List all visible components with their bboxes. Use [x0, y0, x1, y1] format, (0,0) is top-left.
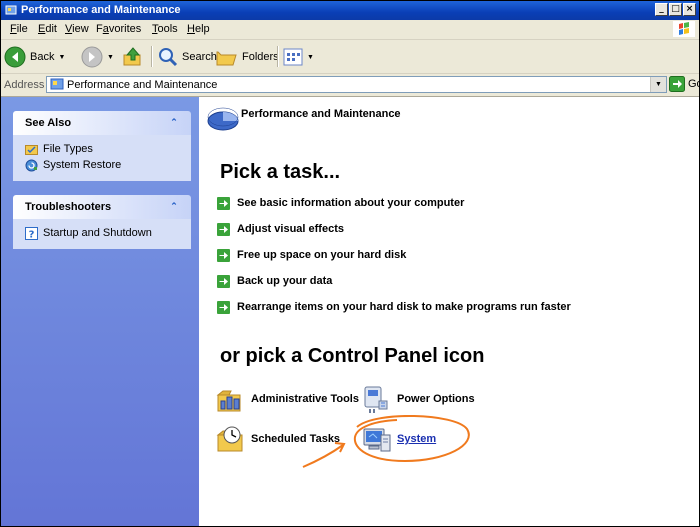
system-restore-icon [25, 159, 38, 171]
up-folder-button[interactable] [122, 46, 144, 68]
task-arrow-icon [217, 274, 230, 288]
views-dropdown-icon: ▼ [307, 53, 314, 61]
forward-button[interactable]: ▼ [81, 46, 114, 68]
toolbar-separator [277, 46, 279, 67]
windows-logo-icon [673, 21, 695, 37]
close-button[interactable]: × [683, 3, 696, 16]
back-button[interactable]: Back ▼ [4, 46, 65, 68]
window-title: Performance and Maintenance [21, 4, 181, 16]
admin-tools-item[interactable]: Administrative Tools [215, 383, 359, 415]
pick-task-heading: Pick a task... [220, 161, 341, 183]
search-button[interactable]: Search [158, 46, 217, 68]
control-panel-icon [5, 5, 17, 15]
see-also-file-types[interactable]: File Types [13, 141, 191, 157]
address-dropdown-button[interactable]: ▼ [650, 77, 666, 92]
task-defragment[interactable]: Rearrange items on your hard disk to mak… [217, 299, 571, 315]
svg-text:?: ? [29, 229, 35, 240]
file-types-icon [25, 144, 38, 155]
collapse-chevron-icon[interactable]: ⌃ [167, 115, 181, 129]
highlight-annotation [353, 415, 470, 463]
power-options-item[interactable]: Power Options [361, 383, 475, 415]
task-visual-effects[interactable]: Adjust visual effects [217, 221, 344, 237]
folders-button[interactable]: Folders [216, 46, 279, 68]
scheduled-tasks-icon [216, 426, 243, 452]
forward-arrow-icon [81, 46, 103, 68]
go-button[interactable]: Go [669, 76, 699, 92]
menu-edit[interactable]: Edit [38, 23, 57, 35]
address-input[interactable]: Performance and Maintenance ▼ [46, 76, 667, 93]
maximize-button[interactable]: □ [669, 3, 682, 16]
menu-bar: File Edit View Favorites Tools Help [1, 20, 699, 40]
menu-help[interactable]: Help [187, 23, 210, 35]
troubleshooters-panel: Troubleshooters ⌃ ? Startup and Shutdown [13, 195, 191, 249]
views-icon [283, 48, 303, 66]
folders-icon [216, 51, 237, 66]
task-arrow-icon [217, 300, 230, 314]
explorer-window: Performance and Maintenance _ □ × File E… [0, 0, 700, 527]
task-free-space[interactable]: Free up space on your hard disk [217, 247, 406, 263]
up-folder-icon [123, 47, 141, 66]
task-pane: See Also ⌃ File Types System Restore Tro… [1, 97, 199, 526]
toolbar: Back ▼ ▼ Search Folders ▼ [1, 40, 699, 74]
minimize-button[interactable]: _ [655, 3, 668, 16]
control-panel-icon [50, 78, 64, 90]
menu-file[interactable]: File [10, 23, 28, 35]
task-arrow-icon [217, 222, 230, 236]
annotation-arrow-icon [302, 442, 346, 468]
administrative-tools-icon [216, 390, 241, 412]
power-options-icon [364, 386, 388, 413]
toolbar-separator [151, 46, 153, 67]
category-title: Performance and Maintenance [241, 108, 401, 120]
menu-view[interactable]: View [65, 23, 89, 35]
task-arrow-icon [217, 196, 230, 210]
search-icon [159, 48, 178, 67]
back-dropdown-icon: ▼ [58, 53, 66, 61]
help-icon: ? [25, 226, 38, 240]
task-basic-info[interactable]: See basic information about your compute… [217, 195, 464, 211]
see-also-system-restore[interactable]: System Restore [13, 157, 191, 173]
collapse-chevron-icon[interactable]: ⌃ [167, 199, 181, 213]
see-also-header[interactable]: See Also ⌃ [13, 111, 191, 135]
menu-favorites[interactable]: Favorites [96, 23, 141, 35]
performance-maintenance-icon [207, 107, 239, 131]
back-arrow-icon [4, 46, 26, 68]
go-arrow-icon [669, 76, 685, 92]
troubleshooters-header[interactable]: Troubleshooters ⌃ [13, 195, 191, 219]
content-area: Performance and Maintenance Pick a task.… [199, 97, 699, 526]
views-button[interactable]: ▼ [283, 46, 314, 68]
title-bar[interactable]: Performance and Maintenance _ □ × [1, 1, 699, 20]
address-value: Performance and Maintenance [67, 79, 218, 91]
see-also-panel: See Also ⌃ File Types System Restore [13, 111, 191, 181]
address-label: Address [4, 79, 45, 91]
menu-tools[interactable]: Tools [152, 23, 178, 35]
pick-icon-heading: or pick a Control Panel icon [220, 345, 485, 367]
forward-dropdown-icon: ▼ [107, 53, 114, 61]
task-back-up[interactable]: Back up your data [217, 273, 332, 289]
task-arrow-icon [217, 248, 230, 262]
address-bar: Address Performance and Maintenance ▼ Go [1, 74, 699, 97]
troubleshooter-startup-shutdown[interactable]: ? Startup and Shutdown [13, 225, 191, 241]
